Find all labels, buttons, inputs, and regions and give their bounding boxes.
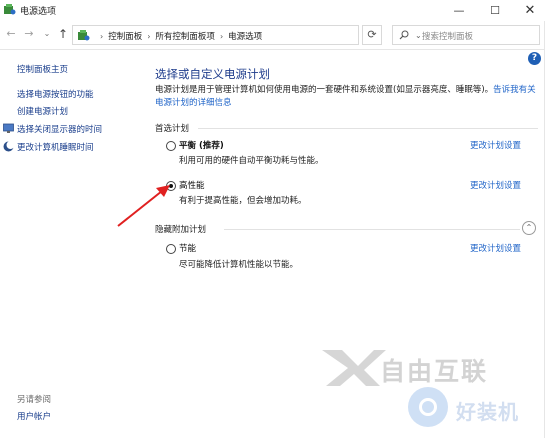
back-arrow-icon[interactable]: ← (4, 27, 18, 41)
search-input[interactable]: 搜索控制面板 (392, 25, 540, 45)
close-button[interactable]: ✕ (513, 0, 545, 21)
maximize-button[interactable]: ☐ (478, 0, 512, 21)
address-toolbar: ← → ⌄ ↑ › 控制面板 › 所有控制面板项 › 电源选项 ⌄ ⟳ 搜索控制面板 (0, 21, 545, 50)
watermark-logo-ring (419, 398, 437, 416)
sidebar-item-power-button[interactable]: 选择电源按钮的功能 (17, 88, 94, 100)
radio-balanced[interactable] (166, 141, 176, 151)
plan-desc-high-performance: 有利于提高性能，但会增加功耗。 (179, 196, 307, 206)
description-text: 电源计划是用于管理计算机如何使用电源的一套硬件和系统设置(如显示器亮度、睡眠等)… (155, 85, 494, 95)
address-box[interactable]: › 控制面板 › 所有控制面板项 › 电源选项 ⌄ (72, 25, 422, 45)
watermark-brand-text-2: 好装机 (456, 400, 519, 424)
breadcrumb-separator-icon: › (147, 32, 151, 41)
see-also-user-accounts[interactable]: 用户帐户 (17, 410, 51, 422)
plan-desc-power-saver: 尽可能降低计算机性能以节能。 (179, 260, 299, 270)
breadcrumb-separator-icon: › (219, 32, 224, 41)
breadcrumb-all-items[interactable]: 所有控制面板项 (155, 30, 215, 42)
group-divider (198, 128, 538, 129)
sidebar-item-display-off[interactable]: 选择关闭显示器的时间 (17, 123, 102, 135)
group-divider (224, 229, 520, 230)
page-title: 选择或自定义电源计划 (155, 67, 270, 81)
breadcrumb-control-panel[interactable]: 控制面板 (108, 30, 142, 42)
sidebar-item-create-plan[interactable]: 创建电源计划 (17, 105, 68, 117)
breadcrumb-power-options[interactable]: 电源选项 (228, 30, 262, 42)
forward-arrow-icon[interactable]: → (22, 27, 36, 41)
collapse-chevron-up-icon[interactable]: ⌃ (522, 221, 536, 235)
search-icon (399, 30, 409, 40)
sidebar-home-link[interactable]: 控制面板主页 (17, 63, 68, 75)
moon-icon (3, 141, 14, 152)
page-description: 电源计划是用于管理计算机如何使用电源的一套硬件和系统设置(如显示器亮度、睡眠等)… (155, 84, 537, 110)
recent-locations-chevron-icon[interactable]: ⌄ (40, 27, 54, 41)
change-plan-settings-high-performance[interactable]: 更改计划设置 (470, 179, 521, 191)
plan-name-power-saver[interactable]: 节能 (179, 242, 196, 254)
refresh-button[interactable]: ⟳ (362, 25, 382, 45)
see-also-heading: 另请参阅 (17, 395, 52, 405)
annotation-arrow-icon (117, 185, 170, 227)
up-arrow-icon[interactable]: ↑ (56, 27, 70, 41)
breadcrumb-separator-icon: › (100, 32, 104, 41)
breadcrumb: › 控制面板 › 所有控制面板项 › 电源选项 (95, 30, 262, 42)
title-bar: 电源选项 — ☐ ✕ (0, 0, 545, 21)
plan-desc-balanced: 利用可用的硬件自动平衡功耗与性能。 (179, 156, 324, 166)
minimize-button[interactable]: — (442, 0, 476, 21)
window-title: 电源选项 (20, 7, 57, 17)
control-panel-icon (78, 30, 90, 41)
display-icon (3, 123, 14, 133)
search-placeholder: 搜索控制面板 (422, 32, 474, 42)
power-options-icon (4, 4, 16, 15)
plan-name-balanced[interactable]: 平衡 (推荐) (179, 139, 224, 151)
preferred-plans-heading: 首选计划 (155, 124, 190, 134)
watermark-brand-text: 自由互联 (380, 357, 489, 386)
sidebar-item-sleep-time[interactable]: 更改计算机睡眠时间 (17, 141, 94, 153)
change-plan-settings-power-saver[interactable]: 更改计划设置 (470, 242, 521, 254)
help-icon[interactable]: ? (528, 52, 541, 65)
change-plan-settings-balanced[interactable]: 更改计划设置 (470, 139, 521, 151)
plan-name-high-performance[interactable]: 高性能 (179, 179, 205, 191)
radio-power-saver[interactable] (166, 244, 176, 254)
